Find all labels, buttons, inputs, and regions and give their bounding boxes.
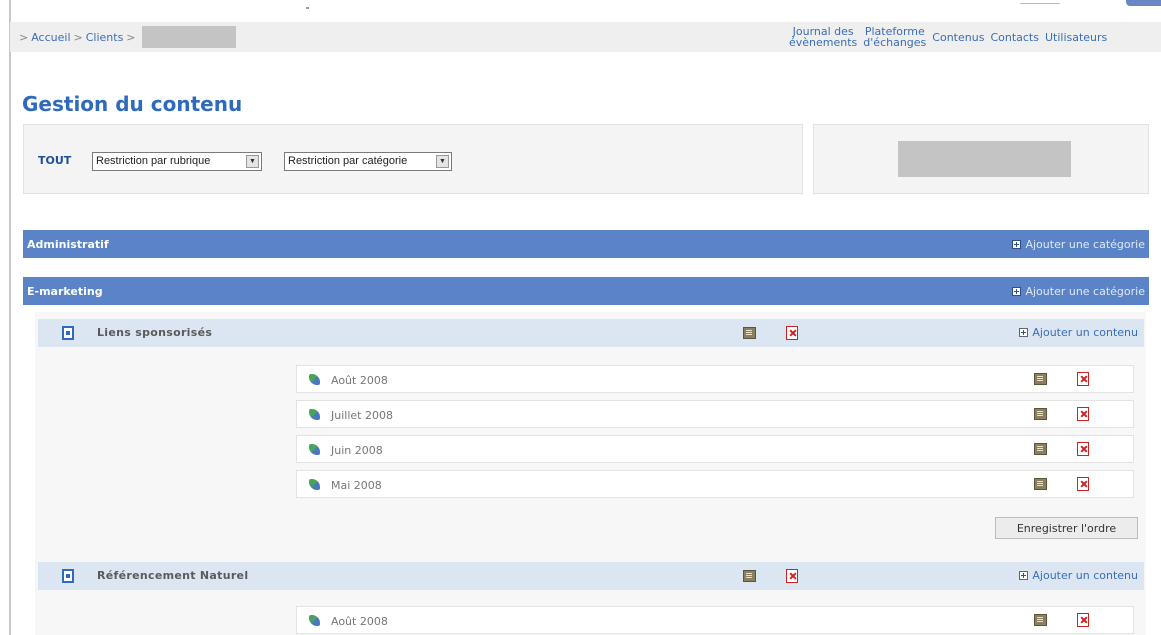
plus-icon [1012, 286, 1022, 296]
breadcrumb-accueil[interactable]: Accueil [31, 31, 70, 44]
add-content-button[interactable]: Ajouter un contenu [1019, 326, 1138, 339]
edit-icon[interactable] [1034, 443, 1047, 455]
nav-label-line: évènements [789, 36, 858, 49]
content-row: Août 2008 [296, 365, 1134, 393]
content-icon [309, 374, 320, 385]
plus-icon [1019, 328, 1029, 337]
content-title[interactable]: Juillet 2008 [331, 409, 393, 422]
rubric-restriction-select[interactable]: Restriction par rubrique ▼ [92, 152, 262, 171]
add-category-label: Ajouter une catégorie [1025, 237, 1145, 251]
delete-icon[interactable] [1077, 477, 1089, 491]
category-header-referencement-naturel: Référencement Naturel Ajouter un contenu [38, 562, 1144, 590]
breadcrumb-separator: > [19, 30, 29, 44]
content-title[interactable]: Mai 2008 [331, 479, 382, 492]
delete-icon[interactable] [786, 569, 798, 583]
rubric-bar-e-marketing: E-marketing Ajouter une catégorie [23, 277, 1149, 305]
breadcrumb-clients[interactable]: Clients [86, 31, 124, 44]
category-icon[interactable] [62, 326, 74, 340]
top-mark [1020, 3, 1060, 4]
side-panel [813, 124, 1149, 194]
delete-icon[interactable] [1077, 613, 1089, 627]
category-icon[interactable] [62, 569, 74, 583]
add-category-button[interactable]: Ajouter une catégorie [1012, 238, 1145, 251]
delete-icon[interactable] [1077, 407, 1089, 421]
edit-icon[interactable] [743, 327, 756, 339]
left-border [9, 0, 11, 635]
add-content-button[interactable]: Ajouter un contenu [1019, 569, 1138, 582]
delete-icon[interactable] [1077, 372, 1089, 386]
breadcrumb: > Accueil > Clients > [10, 22, 780, 52]
content-icon [309, 444, 320, 455]
content-row: Juillet 2008 [296, 400, 1134, 428]
chevron-down-icon: ▼ [436, 155, 449, 168]
content-icon [309, 409, 320, 420]
content-title[interactable]: Juin 2008 [331, 444, 383, 457]
content-title[interactable]: Août 2008 [331, 374, 388, 387]
content-icon [309, 615, 320, 626]
category-restriction-select[interactable]: Restriction par catégorie ▼ [284, 152, 452, 171]
delete-icon[interactable] [1077, 442, 1089, 456]
page-title: Gestion du contenu [22, 92, 243, 116]
breadcrumb-separator: > [73, 30, 83, 44]
top-navigation: Journal des évènements Plateforme d'écha… [780, 22, 1161, 52]
save-order-button[interactable]: Enregistrer l'ordre [995, 517, 1138, 539]
category-name: Référencement Naturel [97, 569, 249, 582]
content-icon [309, 479, 320, 490]
edit-icon[interactable] [1034, 408, 1047, 420]
edit-icon[interactable] [743, 570, 756, 582]
content-row: Mai 2008 [296, 470, 1134, 498]
category-header-liens-sponsorises: Liens sponsorisés Ajouter un contenu [38, 319, 1144, 347]
filter-panel: TOUT Restriction par rubrique ▼ Restrict… [23, 124, 803, 194]
redacted-block [898, 141, 1071, 177]
add-content-label: Ajouter un contenu [1032, 326, 1138, 339]
top-accent [1126, 0, 1161, 6]
top-mark [306, 7, 309, 9]
nav-plateforme-echanges[interactable]: Plateforme d'échanges [860, 22, 929, 52]
nav-contenus[interactable]: Contenus [929, 22, 987, 52]
plus-icon [1012, 239, 1022, 249]
nav-label-line: d'échanges [863, 36, 927, 49]
filter-all-label[interactable]: TOUT [38, 154, 71, 167]
rubric-bar-administratif: Administratif Ajouter une catégorie [23, 230, 1149, 258]
content-title[interactable]: Août 2008 [331, 615, 388, 628]
nav-utilisateurs[interactable]: Utilisateurs [1042, 22, 1110, 52]
select-value: Restriction par catégorie [288, 155, 408, 167]
breadcrumb-separator: > [126, 30, 136, 44]
rubric-name[interactable]: E-marketing [27, 285, 103, 298]
edit-icon[interactable] [1034, 614, 1047, 626]
category-name: Liens sponsorisés [97, 326, 213, 339]
breadcrumb-client-redacted [141, 26, 236, 48]
add-content-label: Ajouter un contenu [1032, 569, 1138, 582]
add-category-label: Ajouter une catégorie [1025, 284, 1145, 298]
plus-icon [1019, 571, 1029, 580]
add-category-button[interactable]: Ajouter une catégorie [1012, 285, 1145, 298]
content-row: Août 2008 [296, 606, 1134, 634]
edit-icon[interactable] [1034, 373, 1047, 385]
edit-icon[interactable] [1034, 478, 1047, 490]
select-value: Restriction par rubrique [96, 155, 211, 167]
nav-journal-evenements[interactable]: Journal des évènements [786, 22, 860, 52]
content-row: Juin 2008 [296, 435, 1134, 463]
chevron-down-icon: ▼ [246, 155, 259, 168]
nav-contacts[interactable]: Contacts [987, 22, 1042, 52]
delete-icon[interactable] [786, 326, 798, 340]
rubric-name[interactable]: Administratif [27, 238, 109, 251]
